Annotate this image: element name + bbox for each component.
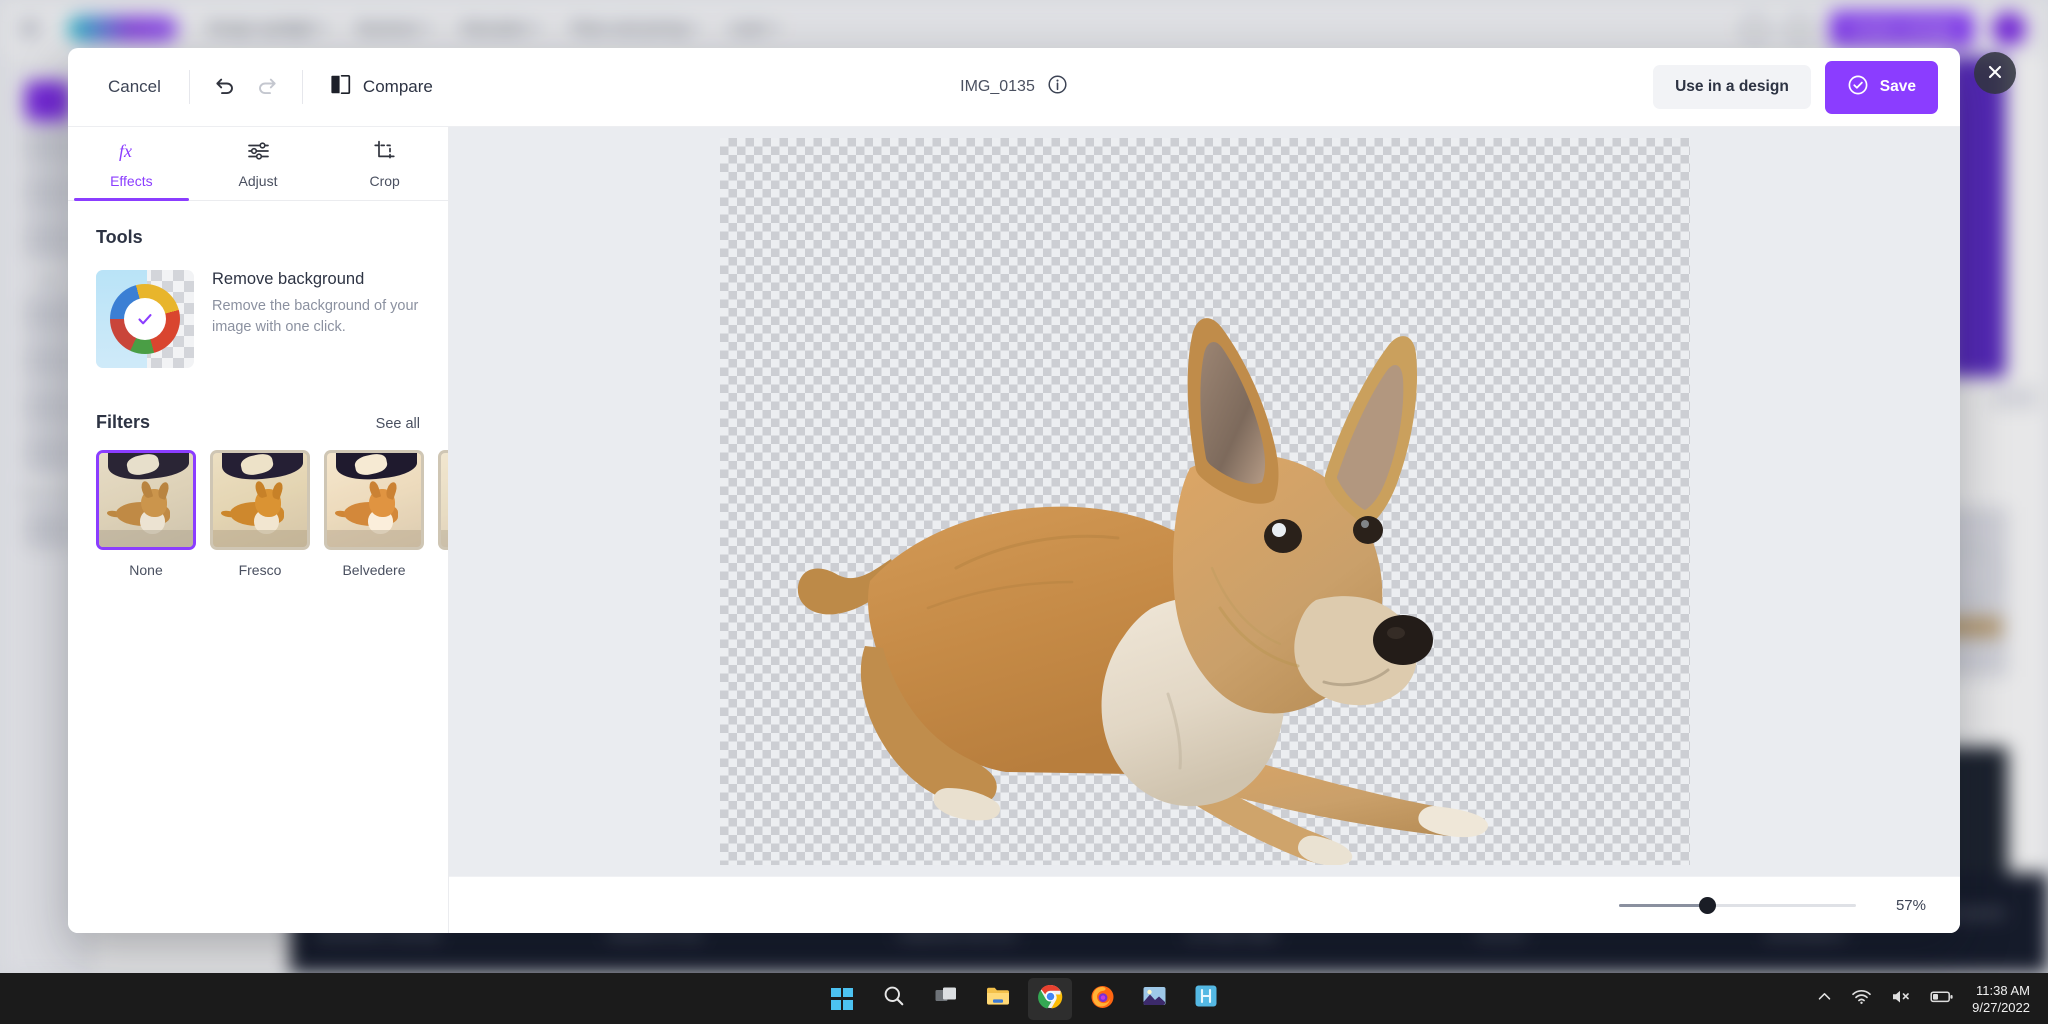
zoom-level-label: 57% — [1878, 897, 1926, 914]
zoom-slider-handle[interactable] — [1699, 897, 1716, 914]
filter-thumbnail — [210, 450, 310, 550]
filter-item-belvedere[interactable]: Belvedere — [324, 450, 424, 578]
compare-icon — [329, 73, 352, 101]
background-remover-thumb-icon — [96, 270, 194, 368]
filter-label: Belvedere — [324, 562, 424, 578]
dog-thumbnail-image — [441, 453, 448, 547]
info-icon[interactable] — [1047, 74, 1068, 100]
sliders-icon — [246, 139, 271, 166]
system-tray: 11:38 AM 9/27/2022 — [1816, 982, 2048, 1016]
zoom-slider-fill — [1619, 904, 1707, 907]
use-in-a-design-button[interactable]: Use in a design — [1653, 65, 1811, 109]
color-wheel-center — [124, 298, 166, 340]
close-icon — [1986, 63, 2004, 84]
blue-app-icon — [1194, 984, 1218, 1013]
editor-canvas-area[interactable] — [449, 127, 1960, 876]
tab-adjust[interactable]: Adjust — [195, 127, 322, 200]
tab-label: Effects — [110, 173, 153, 189]
taskbar-icons — [820, 978, 1228, 1020]
search-icon — [882, 984, 906, 1013]
task-view-button[interactable] — [924, 978, 968, 1020]
filter-thumbnail — [324, 450, 424, 550]
cancel-button[interactable]: Cancel — [94, 67, 175, 107]
dog-cutout-image[interactable] — [720, 138, 1690, 865]
start-button[interactable] — [820, 978, 864, 1020]
divider — [302, 70, 303, 104]
chevron-up-icon[interactable] — [1816, 988, 1833, 1010]
divider — [189, 70, 190, 104]
firefox-icon — [1090, 984, 1115, 1014]
undo-icon — [213, 74, 237, 101]
editor-header-actions: Use in a design Save — [1653, 61, 1938, 114]
filter-thumbnail — [96, 450, 196, 550]
tools-section-header: Tools — [96, 227, 420, 248]
tool-text: Remove background Remove the background … — [212, 270, 420, 338]
editor-left-panel: fx Effects — [68, 127, 449, 933]
crop-icon — [372, 139, 397, 166]
tools-section-title: Tools — [96, 227, 143, 248]
filter-thumbnail — [438, 450, 448, 550]
filters-list: None Fresco — [96, 450, 420, 578]
filter-item-fresco[interactable]: Fresco — [210, 450, 310, 578]
see-all-filters-button[interactable]: See all — [376, 416, 420, 432]
editor-tabs: fx Effects — [68, 127, 448, 201]
filter-label: Fresco — [210, 562, 310, 578]
close-modal-button[interactable] — [1974, 52, 2016, 94]
tab-crop[interactable]: Crop — [321, 127, 448, 200]
chrome-button[interactable] — [1028, 978, 1072, 1020]
redo-icon — [255, 74, 279, 101]
compare-label: Compare — [363, 77, 433, 97]
artboard[interactable] — [720, 138, 1690, 865]
tab-label: Adjust — [239, 173, 278, 189]
clock-date: 9/27/2022 — [1972, 999, 2030, 1016]
check-circle-icon — [1847, 74, 1869, 101]
page-title: IMG_0135 — [960, 78, 1035, 96]
clock-time: 11:38 AM — [1972, 982, 2030, 999]
editor-header: Cancel — [68, 48, 1960, 127]
search-button[interactable] — [872, 978, 916, 1020]
filter-item-none[interactable]: None — [96, 450, 196, 578]
svg-text:fx: fx — [119, 141, 132, 161]
editor-body: fx Effects — [68, 127, 1960, 933]
firefox-button[interactable] — [1080, 978, 1124, 1020]
save-button[interactable]: Save — [1825, 61, 1938, 114]
file-explorer-button[interactable] — [976, 978, 1020, 1020]
battery-icon[interactable] — [1930, 989, 1954, 1009]
filters-section-title: Filters — [96, 412, 150, 433]
taskbar-clock[interactable]: 11:38 AM 9/27/2022 — [1972, 982, 2030, 1016]
tool-title: Remove background — [212, 270, 420, 289]
chrome-icon — [1038, 984, 1063, 1014]
filters-section-header: Filters See all — [96, 412, 420, 433]
image-editor-modal: Cancel — [68, 48, 1960, 933]
fx-icon: fx — [118, 139, 144, 166]
tool-description: Remove the background of your image with… — [212, 296, 420, 338]
dog-thumbnail-image — [99, 453, 193, 547]
save-label: Save — [1880, 78, 1916, 96]
editor-canvas-wrap: 57% — [449, 127, 1960, 933]
canvas-footer: 57% — [449, 876, 1960, 933]
compare-button[interactable]: Compare — [317, 64, 445, 110]
speaker-muted-icon[interactable] — [1890, 988, 1912, 1010]
screen: Design spotlight Business Education Plan… — [0, 0, 2048, 1024]
filter-label: None — [96, 562, 196, 578]
tab-label: Crop — [370, 173, 400, 189]
app-button[interactable] — [1184, 978, 1228, 1020]
zoom-slider[interactable] — [1619, 896, 1856, 914]
photos-button[interactable] — [1132, 978, 1176, 1020]
dog-thumbnail-image — [327, 453, 421, 547]
windows-logo-icon — [831, 988, 853, 1010]
editor-panel-content: Tools Remov — [68, 201, 448, 933]
redo-button[interactable] — [246, 66, 288, 108]
remove-background-tool[interactable]: Remove background Remove the background … — [96, 270, 420, 368]
undo-button[interactable] — [204, 66, 246, 108]
filter-item-next[interactable] — [438, 450, 448, 578]
dog-thumbnail-image — [213, 453, 307, 547]
wifi-icon[interactable] — [1851, 988, 1872, 1010]
folder-icon — [985, 985, 1011, 1012]
windows-taskbar: 11:38 AM 9/27/2022 — [0, 973, 2048, 1024]
tab-effects[interactable]: fx Effects — [68, 127, 195, 200]
photos-icon — [1142, 985, 1167, 1012]
task-view-icon — [934, 985, 958, 1012]
